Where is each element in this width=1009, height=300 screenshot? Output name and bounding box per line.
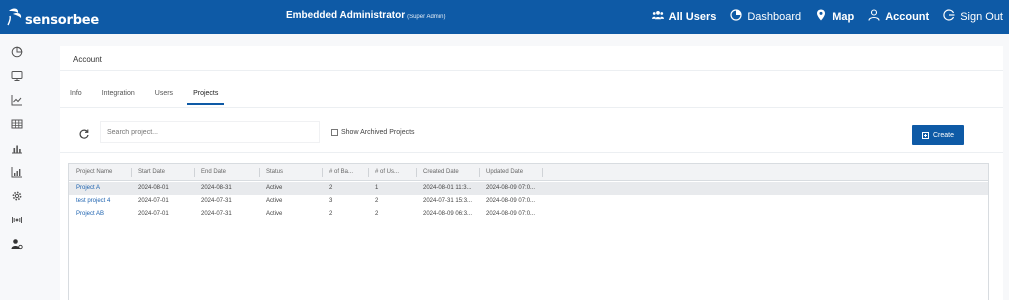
top-navbar: sensorbee Embedded Administrator (Super A… — [0, 0, 1009, 34]
nav-all-users[interactable]: All Users — [651, 9, 717, 24]
analytics-icon[interactable] — [11, 165, 23, 178]
user-role: (Super Admin) — [407, 14, 446, 20]
end-date-cell: 2024-07-31 — [201, 198, 232, 204]
end-date-cell: 2024-08-31 — [201, 185, 232, 191]
project-name-link[interactable]: Project A — [69, 182, 131, 195]
monitor-icon[interactable] — [11, 69, 23, 81]
created-date-cell: 2024-08-01 11:3... — [423, 185, 472, 191]
projects-toolbar: Show Archived Projects Create — [70, 119, 993, 149]
created-date-cell: 2024-07-31 15:3... — [423, 198, 473, 204]
status-cell: Active — [266, 211, 283, 217]
table-header: Project Name Start Date End Date Status … — [69, 164, 988, 181]
column-header-end — [542, 164, 552, 181]
updated-date-cell: 2024-08-09 07:0... — [486, 211, 536, 217]
nav-sign-out-label: Sign Out — [960, 10, 1003, 23]
line-chart-icon[interactable] — [11, 93, 23, 106]
nav-sign-out[interactable]: Sign Out — [943, 9, 1003, 24]
column-header-project-name[interactable]: Project Name — [69, 164, 131, 181]
account-tabs: Info Integration Users Projects — [70, 90, 232, 105]
projects-table: Project Name Start Date End Date Status … — [68, 163, 989, 300]
left-sidebar — [0, 34, 34, 300]
start-date-cell: 2024-07-01 — [138, 198, 169, 204]
gauge-icon[interactable] — [11, 45, 23, 58]
create-project-button[interactable]: Create — [912, 125, 964, 145]
column-header-users[interactable]: # of Us... — [368, 164, 416, 181]
show-archived-label: Show Archived Projects — [341, 129, 415, 136]
table-row[interactable]: Project A 2024-08-01 2024-08-31 Active 2… — [69, 182, 988, 195]
column-header-batches[interactable]: # of Ba... — [322, 164, 368, 181]
divider — [60, 70, 1003, 71]
person-icon — [868, 9, 880, 24]
breadcrumb: Account — [73, 55, 102, 64]
start-date-cell: 2024-07-01 — [138, 211, 169, 217]
grid-table-icon[interactable] — [11, 117, 23, 129]
sign-out-icon — [943, 9, 955, 24]
sensor-signal-icon[interactable] — [11, 213, 23, 225]
brand-logo[interactable]: sensorbee — [6, 6, 99, 28]
project-name-link[interactable]: Project AB — [69, 208, 131, 221]
end-date-cell: 2024-07-31 — [201, 211, 232, 217]
nav-map[interactable]: Map — [815, 9, 854, 24]
bar-chart-icon[interactable] — [11, 141, 23, 154]
nav-dashboard-label: Dashboard — [747, 10, 802, 23]
bee-logo-icon — [6, 7, 24, 27]
tab-integration[interactable]: Integration — [102, 90, 141, 105]
users-icon — [651, 9, 664, 24]
user-settings-icon[interactable] — [11, 237, 23, 250]
column-header-start-date[interactable]: Start Date — [131, 164, 194, 181]
divider — [60, 152, 1003, 153]
created-date-cell: 2024-08-09 06:3... — [423, 211, 473, 217]
show-archived-toggle[interactable]: Show Archived Projects — [331, 129, 415, 136]
updated-date-cell: 2024-08-09 07:0... — [486, 185, 536, 191]
nav-map-label: Map — [832, 10, 855, 23]
map-pin-icon — [815, 9, 827, 24]
tab-projects[interactable]: Projects — [187, 90, 225, 105]
gear-icon[interactable] — [11, 189, 23, 201]
divider — [60, 107, 1003, 108]
project-name-link[interactable]: test project 4 — [69, 195, 131, 208]
brand-name: sensorbee — [25, 12, 100, 28]
users-cell: 1 — [375, 185, 379, 191]
table-row[interactable]: test project 4 2024-07-01 2024-07-31 Act… — [69, 195, 988, 208]
current-user-title: Embedded Administrator (Super Admin) — [286, 10, 445, 21]
create-button-label: Create — [932, 131, 954, 139]
nav-all-users-label: All Users — [668, 10, 717, 23]
tab-users[interactable]: Users — [155, 90, 179, 105]
show-archived-checkbox[interactable] — [331, 129, 338, 136]
users-cell: 2 — [375, 198, 379, 204]
main-content: Account Info Integration Users Projects … — [60, 46, 1003, 300]
plus-square-icon — [921, 131, 929, 139]
dashboard-icon — [730, 9, 742, 24]
nav-account[interactable]: Account — [868, 9, 929, 24]
column-header-end-date[interactable]: End Date — [194, 164, 259, 181]
column-header-created-date[interactable]: Created Date — [416, 164, 479, 181]
nav-account-label: Account — [885, 10, 930, 23]
batches-cell: 3 — [329, 198, 333, 204]
user-name: Embedded Administrator — [286, 10, 406, 21]
column-header-status[interactable]: Status — [259, 164, 322, 181]
updated-date-cell: 2024-08-09 07:0... — [486, 198, 536, 204]
batches-cell: 2 — [329, 185, 333, 191]
nav-dashboard[interactable]: Dashboard — [730, 9, 801, 24]
search-project-input[interactable] — [100, 121, 320, 143]
status-cell: Active — [266, 185, 283, 191]
refresh-icon[interactable] — [78, 127, 90, 139]
batches-cell: 2 — [329, 211, 333, 217]
column-header-updated-date[interactable]: Updated Date — [479, 164, 542, 181]
users-cell: 2 — [375, 211, 379, 217]
tab-info[interactable]: Info — [70, 90, 88, 105]
start-date-cell: 2024-08-01 — [138, 185, 169, 191]
table-row[interactable]: Project AB 2024-07-01 2024-07-31 Active … — [69, 208, 988, 221]
header-nav: All Users Dashboard Map Account Sign Out — [651, 9, 1003, 24]
status-cell: Active — [266, 198, 283, 204]
